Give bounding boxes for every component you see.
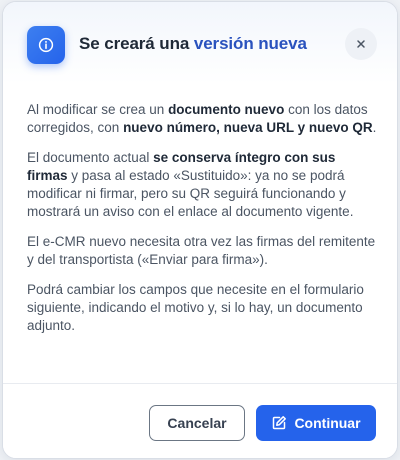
- info-icon: [27, 26, 65, 64]
- continue-button[interactable]: Continuar: [256, 405, 376, 441]
- dialog-body: Al modificar se crea un documento nuevo …: [27, 101, 377, 347]
- edit-icon: [273, 416, 287, 430]
- dialog-title: Se creará una versión nueva: [79, 34, 307, 54]
- body-paragraph: El documento actual se conserva íntegro …: [27, 149, 377, 221]
- body-text: Podrá cambiar los campos que necesite en…: [27, 282, 364, 333]
- body-paragraph: Podrá cambiar los campos que necesite en…: [27, 281, 377, 335]
- close-button[interactable]: [345, 28, 377, 60]
- dialog-header: Se creará una versión nueva: [3, 2, 397, 84]
- dialog-footer: Cancelar Continuar: [3, 383, 397, 458]
- modal-dialog: Se creará una versión nueva Al modificar…: [2, 1, 398, 459]
- emphasis-text: documento nuevo: [168, 102, 285, 117]
- title-accent: versión nueva: [193, 34, 307, 53]
- emphasis-text: nuevo número, nueva URL y nuevo QR: [123, 120, 373, 135]
- body-text: .: [372, 120, 377, 135]
- body-paragraph: Al modificar se crea un documento nuevo …: [27, 101, 377, 137]
- body-text: El documento actual: [27, 150, 154, 165]
- title-prefix: Se creará una: [79, 34, 194, 53]
- close-icon: [357, 40, 365, 48]
- body-paragraph: El e-CMR nuevo necesita otra vez las fir…: [27, 233, 377, 269]
- cancel-label: Cancelar: [167, 415, 227, 431]
- body-text: y pasa al estado «Sustituido»: ya no se …: [27, 168, 354, 219]
- continue-label: Continuar: [294, 415, 361, 431]
- body-text: El e-CMR nuevo necesita otra vez las fir…: [27, 234, 376, 267]
- cancel-button[interactable]: Cancelar: [149, 405, 245, 441]
- body-text: Al modificar se crea un: [27, 102, 169, 117]
